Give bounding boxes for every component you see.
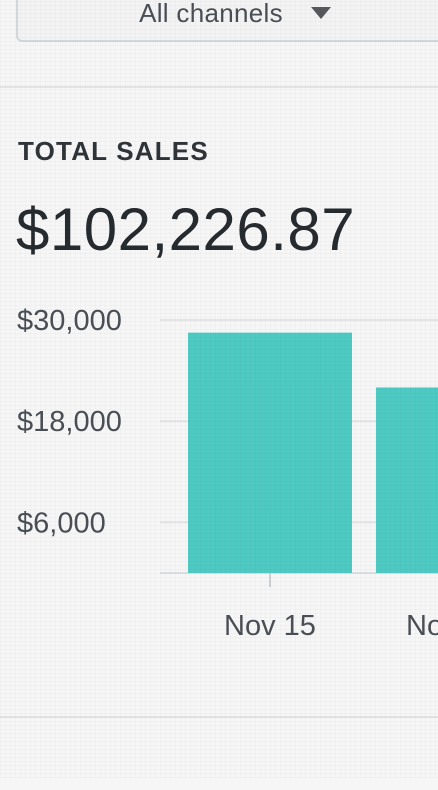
section-title: TOTAL SALES [18, 136, 209, 166]
y-tick-label: $6,000 [17, 507, 106, 539]
next-section [0, 760, 438, 790]
bar-no[interactable] [376, 387, 438, 573]
caret-down-icon [310, 7, 331, 19]
total-sales-value: $102,226.87 [16, 196, 356, 263]
x-tick-label: Nov 15 [224, 610, 316, 642]
sales-bar-chart: $30,000 $18,000 $6,000 Nov 15 No [0, 280, 438, 660]
bar-nov-15[interactable] [188, 332, 352, 573]
channel-select[interactable]: All channels [16, 0, 438, 42]
channel-select-label: All channels [139, 0, 283, 28]
y-tick-label: $18,000 [17, 406, 122, 438]
x-tick-label: No [406, 610, 438, 642]
divider [0, 716, 438, 718]
divider [0, 86, 438, 88]
y-tick-label: $30,000 [17, 305, 122, 337]
chart-svg: $30,000 $18,000 $6,000 Nov 15 No [17, 305, 438, 642]
